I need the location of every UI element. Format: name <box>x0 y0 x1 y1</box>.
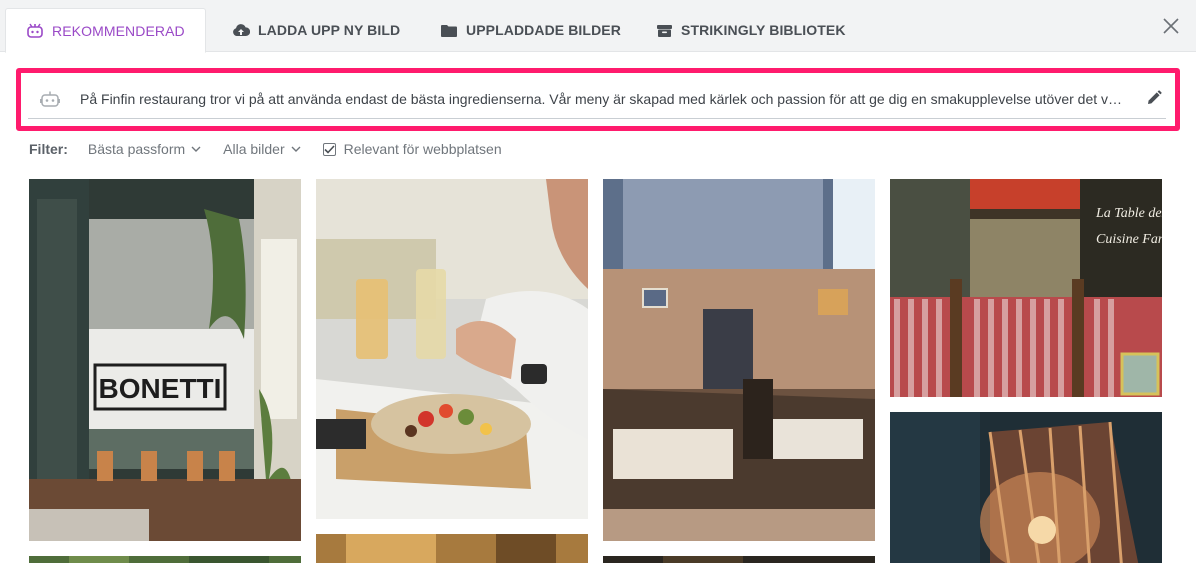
tab-uploaded[interactable]: UPPLADDADE BILDER <box>440 8 621 52</box>
image-person-eating[interactable] <box>316 179 588 519</box>
tab-bar: REKOMMENDERAD LADDA UPP NY BILD UPPLADDA… <box>0 0 1196 53</box>
tab-upload[interactable]: LADDA UPP NY BILD <box>232 8 400 52</box>
close-icon[interactable] <box>1162 17 1180 35</box>
tab-recommended[interactable]: REKOMMENDERAD <box>5 8 206 53</box>
fit-dropdown[interactable]: Bästa passform <box>88 141 201 157</box>
svg-text:Cuisine Fan: Cuisine Fan <box>1096 232 1162 247</box>
filter-label: Filter: <box>29 141 68 157</box>
archive-icon <box>655 21 673 39</box>
image-restaurant-bonetti[interactable]: BONETTI <box>29 179 301 541</box>
tab-uploaded-label: UPPLADDADE BILDER <box>466 22 621 38</box>
chevron-down-icon <box>291 146 301 152</box>
image-dark-scene[interactable] <box>603 556 875 563</box>
pencil-icon[interactable] <box>1146 90 1162 111</box>
svg-text:La Table des: La Table des <box>1095 206 1162 221</box>
relevant-checkbox[interactable]: Relevant för webbplatsen <box>322 141 502 157</box>
tab-library[interactable]: STRIKINGLY BIBLIOTEK <box>655 8 846 52</box>
image-lamp-interior[interactable] <box>890 412 1162 563</box>
image-green-plants[interactable] <box>29 556 301 563</box>
prompt-field[interactable]: På Finfin restaurang tror vi på att anvä… <box>28 80 1166 119</box>
cloud-upload-icon <box>232 21 250 39</box>
images-dropdown[interactable]: Alla bilder <box>223 141 301 157</box>
tab-recommended-label: REKOMMENDERAD <box>52 22 185 39</box>
fit-dropdown-label: Bästa passform <box>87 141 186 157</box>
tab-upload-label: LADDA UPP NY BILD <box>258 22 401 38</box>
bonetti-sign-text: BONETTI <box>99 373 222 404</box>
prompt-text: På Finfin restaurang tror vi på att anvä… <box>80 91 1125 107</box>
folder-icon <box>440 21 458 39</box>
images-dropdown-label: Alla bilder <box>223 141 285 157</box>
image-dining-room[interactable] <box>603 179 875 541</box>
filter-bar: Filter: Bästa passform Alla bilder Relev… <box>29 138 502 160</box>
tab-library-label: STRIKINGLY BIBLIOTEK <box>681 22 846 38</box>
checkbox-checked-icon <box>322 142 336 156</box>
chevron-down-icon <box>191 146 201 152</box>
image-warm-interior[interactable] <box>316 534 588 563</box>
image-bistro-exterior[interactable]: La Table des Cuisine Fan <box>890 179 1162 397</box>
robot-icon <box>26 22 44 40</box>
relevant-checkbox-label: Relevant för webbplatsen <box>343 141 502 157</box>
robot-icon <box>40 90 60 113</box>
